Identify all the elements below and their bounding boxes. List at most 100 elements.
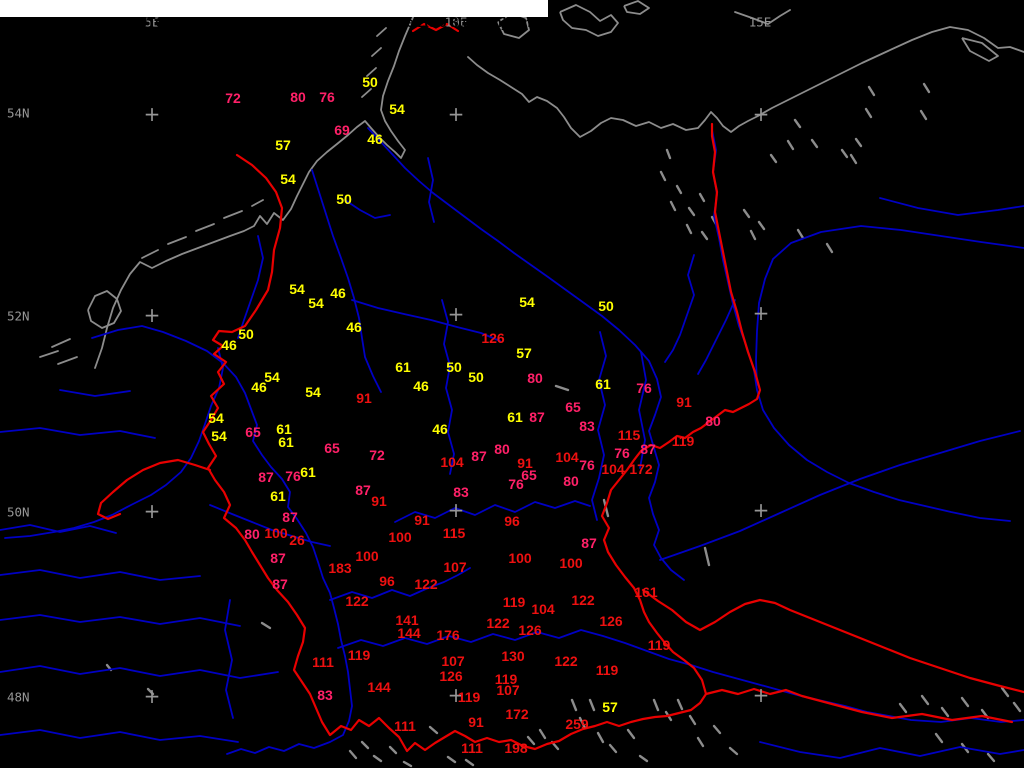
station-gust-value: 126	[481, 330, 505, 346]
weather-map: SON 26.12.99 18:00 UTC Bodenwettermeldun…	[0, 0, 1024, 768]
station-gust-value: 76	[285, 468, 301, 484]
station-gust-value: 172	[505, 706, 529, 722]
station-gust-value: 61	[507, 409, 523, 425]
station-gust-value: 80	[494, 441, 510, 457]
station-gust-value: 61	[595, 376, 611, 392]
station-gust-value: 96	[379, 573, 395, 589]
station-gust-value: 104	[555, 449, 579, 465]
station-gust-value: 54	[208, 410, 224, 426]
station-gust-value: 126	[599, 613, 623, 629]
latitude-label: 50N	[7, 504, 30, 520]
station-gust-value: 83	[317, 687, 333, 703]
station-gust-value: 50	[598, 298, 614, 314]
station-gust-value: 76	[614, 445, 630, 461]
station-gust-value: 76	[579, 457, 595, 473]
station-gust-value: 76	[319, 89, 335, 105]
station-gust-value: 107	[443, 559, 467, 575]
station-gust-value: 80	[290, 89, 306, 105]
station-gust-value: 61	[395, 359, 411, 375]
grid-cross-icon: +	[143, 303, 161, 328]
station-gust-value: 72	[369, 447, 385, 463]
station-gust-value: 91	[414, 512, 430, 528]
station-gust-value: 61	[300, 464, 316, 480]
station-gust-value: 50	[336, 191, 352, 207]
station-gust-value: 119	[671, 433, 695, 449]
longitude-label: 15E	[748, 14, 772, 30]
grid-cross-icon: +	[752, 301, 770, 326]
station-gust-value: 119	[347, 647, 371, 663]
station-gust-value: 50	[238, 326, 254, 342]
station-gust-value: 54	[305, 384, 321, 400]
grid-cross-icon: +	[752, 102, 770, 127]
station-gust-value: 122	[345, 593, 369, 609]
station-gust-value: 46	[221, 337, 237, 353]
station-gust-value: 80	[244, 526, 260, 542]
latitude-label: 52N	[7, 308, 30, 324]
grid-cross-icon: +	[143, 499, 161, 524]
station-gust-value: 54	[211, 428, 227, 444]
station-gust-value: 87	[640, 441, 656, 457]
station-gust-value: 100	[508, 550, 532, 566]
station-gust-value: 76	[636, 380, 652, 396]
station-gust-value: 65	[324, 440, 340, 456]
station-gust-value: 91	[356, 390, 372, 406]
station-gust-value: 198	[504, 740, 528, 756]
station-gust-value: 91	[371, 493, 387, 509]
station-gust-value: 107	[441, 653, 465, 669]
station-gust-value: 122	[571, 592, 595, 608]
station-gust-value: 107	[496, 682, 520, 698]
station-gust-value: 83	[579, 418, 595, 434]
station-gust-value: 104	[531, 601, 555, 617]
station-gust-value: 87	[355, 482, 371, 498]
title-bar: SON 26.12.99 18:00 UTC Bodenwettermeldun…	[0, 0, 548, 30]
station-gust-value: 87	[581, 535, 597, 551]
station-gust-value: 69	[334, 122, 350, 138]
station-gust-value: 115	[442, 525, 466, 541]
station-gust-value: 26	[289, 532, 305, 548]
grid-cross-icon: +	[752, 683, 770, 708]
coastline-layer	[39, 0, 1024, 369]
station-gust-value: 65	[565, 399, 581, 415]
station-gust-value: 46	[251, 379, 267, 395]
station-gust-value: 61	[270, 488, 286, 504]
station-gust-value: 61	[278, 434, 294, 450]
station-gust-value: 122	[554, 653, 578, 669]
station-gust-value: 104	[440, 454, 464, 470]
latitude-label: 48N	[7, 689, 30, 705]
station-gust-value: 119	[502, 594, 526, 610]
station-gust-value: 54	[289, 281, 305, 297]
grid-cross-icon: +	[143, 102, 161, 127]
station-gust-value: 259	[565, 716, 589, 732]
station-gust-value: 57	[516, 345, 532, 361]
station-gust-value: 100	[388, 529, 412, 545]
station-gust-value: 87	[270, 550, 286, 566]
station-gust-value: 87	[272, 576, 288, 592]
station-gust-value: 122	[414, 576, 438, 592]
station-gust-value: 144	[397, 625, 421, 641]
station-gust-value: 76	[508, 476, 524, 492]
station-gust-value: 115	[617, 427, 641, 443]
station-gust-value: 111	[394, 718, 416, 734]
station-gust-value: 100	[355, 548, 379, 564]
grid-cross-icon: +	[752, 498, 770, 523]
station-gust-value: 161	[634, 584, 658, 600]
station-gust-value: 87	[258, 469, 274, 485]
station-gust-value: 57	[602, 699, 618, 715]
station-gust-value: 144	[367, 679, 391, 695]
grid-cross-icon: +	[143, 684, 161, 709]
station-gust-value: 183	[328, 560, 352, 576]
station-gust-value: 119	[647, 637, 671, 653]
station-gust-value: 91	[676, 394, 692, 410]
station-gust-value: 54	[280, 171, 296, 187]
station-gust-value: 87	[471, 448, 487, 464]
station-gust-value: 126	[518, 622, 542, 638]
station-gust-value: 80	[705, 413, 721, 429]
station-gust-value: 176	[436, 627, 460, 643]
station-gust-value: 46	[432, 421, 448, 437]
station-gust-value: 54	[308, 295, 324, 311]
station-gust-value: 119	[595, 662, 619, 678]
station-gust-value: 100	[559, 555, 583, 571]
map-title: SON 26.12.99 18:00 UTC Bodenwettermeldun…	[15, 15, 543, 30]
station-gust-value: 126	[439, 668, 463, 684]
station-gust-value: 96	[504, 513, 520, 529]
